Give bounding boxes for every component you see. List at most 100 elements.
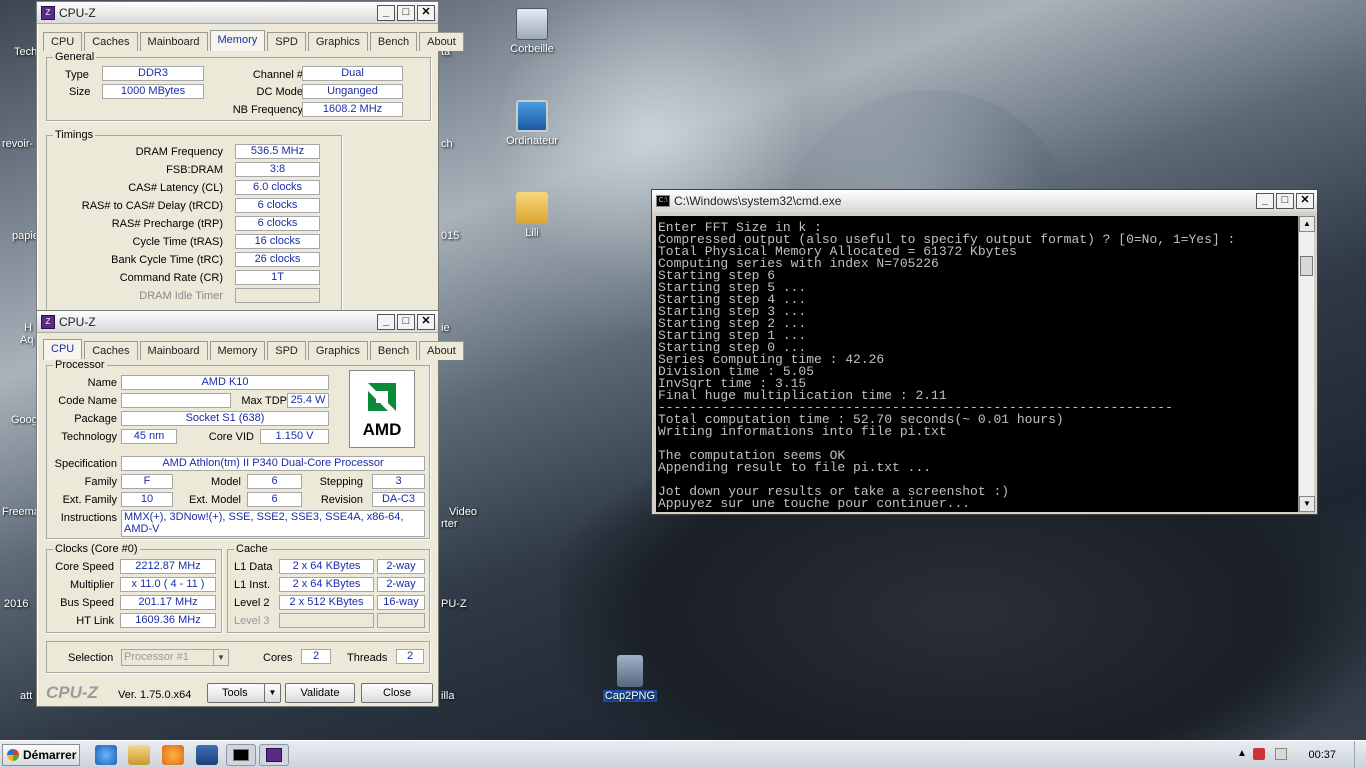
maximize-button[interactable]: □ xyxy=(397,4,415,21)
png-file-icon xyxy=(617,655,643,687)
computer-icon xyxy=(516,100,548,132)
desktop-edge-label[interactable]: 2016 xyxy=(4,598,28,610)
mail-icon[interactable] xyxy=(196,745,218,765)
tab-graphics[interactable]: Graphics xyxy=(307,341,368,360)
field-label: Technology xyxy=(61,431,117,443)
code-name-value xyxy=(121,393,231,408)
minimize-button[interactable]: _ xyxy=(1256,193,1274,209)
scroll-up-icon[interactable]: ▲ xyxy=(1299,216,1315,232)
close-button[interactable]: ✕ xyxy=(417,4,435,21)
tab-spd[interactable]: SPD xyxy=(267,341,306,360)
window-titlebar[interactable]: Z CPU-Z _ □ ✕ xyxy=(37,311,438,333)
desktop-edge-label[interactable]: Goog xyxy=(11,414,38,426)
desktop-edge-label[interactable]: PU-Z xyxy=(441,598,467,610)
tab-cpu[interactable]: CPU xyxy=(43,32,83,51)
tab-bench[interactable]: Bench xyxy=(369,341,418,360)
validate-button[interactable]: Validate xyxy=(285,683,355,703)
desktop-edge-label[interactable]: H xyxy=(24,322,32,334)
tab-graphics[interactable]: Graphics xyxy=(307,32,368,51)
ht-link-value: 1609.36 MHz xyxy=(120,613,216,628)
desktop-edge-label[interactable]: Tech xyxy=(14,46,37,58)
instructions-value: MMX(+), 3DNow!(+), SSE, SSE2, SSE3, SSE4… xyxy=(121,510,425,537)
memory-type-value: DDR3 xyxy=(102,66,204,81)
tray-app-icon[interactable] xyxy=(1253,748,1265,760)
clocks-group: Clocks (Core #0) Core Speed 2212.87 MHz … xyxy=(46,543,222,633)
taskbar-cpuz-button[interactable] xyxy=(259,744,289,766)
desktop-icon-label: Cap2PNG xyxy=(602,690,658,702)
tab-caches[interactable]: Caches xyxy=(84,32,138,51)
tab-cpu[interactable]: CPU xyxy=(43,339,83,360)
tab-caches[interactable]: Caches xyxy=(84,341,138,360)
window-title: CPU-Z xyxy=(59,314,96,329)
desktop-icon-recycle-bin[interactable]: Corbeille xyxy=(497,8,567,55)
desktop-edge-label[interactable]: papie xyxy=(12,230,39,242)
scroll-down-icon[interactable]: ▼ xyxy=(1299,496,1315,512)
field-label: Stepping xyxy=(319,476,363,488)
cache-size-value xyxy=(279,613,374,628)
tab-memory[interactable]: Memory xyxy=(209,30,266,51)
tab-about[interactable]: About xyxy=(419,341,464,360)
window-titlebar[interactable]: Z CPU-Z _ □ ✕ xyxy=(37,2,438,24)
internet-explorer-icon[interactable] xyxy=(95,745,117,765)
multiplier-value: x 11.0 ( 4 - 11 ) xyxy=(120,577,216,592)
desktop-edge-label[interactable]: Freema xyxy=(2,506,40,518)
field-label: NB Frequency xyxy=(232,104,303,116)
minimize-button[interactable]: _ xyxy=(377,4,395,21)
timing-label: RAS# to CAS# Delay (tRCD) xyxy=(81,200,223,212)
clock[interactable]: 00:37 xyxy=(1308,749,1336,761)
desktop-icon-label: Corbeille xyxy=(510,43,554,55)
timing-label: CAS# Latency (CL) xyxy=(128,182,223,194)
package-value: Socket S1 (638) xyxy=(121,411,329,426)
maximize-button[interactable]: □ xyxy=(397,313,415,330)
close-button[interactable]: ✕ xyxy=(417,313,435,330)
console-output[interactable]: Enter FFT Size in k : Compressed output (… xyxy=(656,216,1301,512)
cpu-name-value: AMD K10 xyxy=(121,375,329,390)
desktop-icon-computer[interactable]: Ordinateur xyxy=(497,100,567,147)
close-button[interactable]: ✕ xyxy=(1296,193,1314,209)
timing-value: 1T xyxy=(235,270,320,285)
cmd-window: C:\ C:\Windows\system32\cmd.exe _ □ ✕ En… xyxy=(651,189,1318,515)
scrollbar-thumb[interactable] xyxy=(1300,256,1313,276)
tab-about[interactable]: About xyxy=(419,32,464,51)
chevron-up-icon[interactable]: ▲ xyxy=(1237,748,1247,759)
maximize-button[interactable]: □ xyxy=(1276,193,1294,209)
processor-select[interactable]: Processor #1 ▼ xyxy=(121,649,229,666)
desktop-icon-cap2png[interactable]: Cap2PNG xyxy=(595,655,665,702)
group-label: Clocks (Core #0) xyxy=(53,543,140,555)
tab-bar: CPU Caches Mainboard Memory SPD Graphics… xyxy=(37,24,464,51)
desktop-icon-user-folder[interactable]: Lili xyxy=(497,192,567,239)
media-player-icon[interactable] xyxy=(162,745,184,765)
desktop-edge-label[interactable]: rter xyxy=(441,518,458,530)
tools-dropdown-button[interactable]: ▼ xyxy=(264,683,281,703)
tab-bench[interactable]: Bench xyxy=(369,32,418,51)
specification-value: AMD Athlon(tm) II P340 Dual-Core Process… xyxy=(121,456,425,471)
desktop-edge-label[interactable]: 015 xyxy=(441,230,459,242)
tab-mainboard[interactable]: Mainboard xyxy=(139,341,208,360)
tools-button[interactable]: Tools xyxy=(207,683,265,703)
tab-mainboard[interactable]: Mainboard xyxy=(139,32,208,51)
desktop-edge-label[interactable]: ie xyxy=(441,322,450,334)
desktop-edge-label[interactable]: att xyxy=(20,690,32,702)
field-label: Ext. Family xyxy=(62,494,117,506)
model-value: 6 xyxy=(247,474,302,489)
minimize-button[interactable]: _ xyxy=(377,313,395,330)
start-button[interactable]: Démarrer xyxy=(2,744,80,766)
tab-spd[interactable]: SPD xyxy=(267,32,306,51)
tools-button-label: Tools xyxy=(222,687,248,699)
desktop-edge-label[interactable]: ch xyxy=(441,138,453,150)
show-desktop-button[interactable] xyxy=(1354,741,1366,768)
volume-muted-icon[interactable] xyxy=(1275,748,1287,760)
explorer-folder-icon[interactable] xyxy=(128,745,150,765)
desktop-edge-label[interactable]: illa xyxy=(441,690,454,702)
chevron-down-icon[interactable]: ▼ xyxy=(213,650,228,665)
desktop-edge-label[interactable]: Aq xyxy=(20,334,33,346)
tab-memory[interactable]: Memory xyxy=(209,341,266,360)
cpuz-brand: CPU-Z xyxy=(46,683,98,702)
window-titlebar[interactable]: C:\ C:\Windows\system32\cmd.exe _ □ ✕ xyxy=(652,190,1317,212)
vertical-scrollbar[interactable]: ▲ ▼ xyxy=(1298,216,1315,512)
taskbar-cmd-button[interactable] xyxy=(226,744,256,766)
desktop-edge-label[interactable]: Video xyxy=(449,506,477,518)
cache-way-value: 2-way xyxy=(377,577,425,592)
close-button-bottom[interactable]: Close xyxy=(361,683,433,703)
desktop-edge-label[interactable]: revoir- xyxy=(2,138,33,150)
